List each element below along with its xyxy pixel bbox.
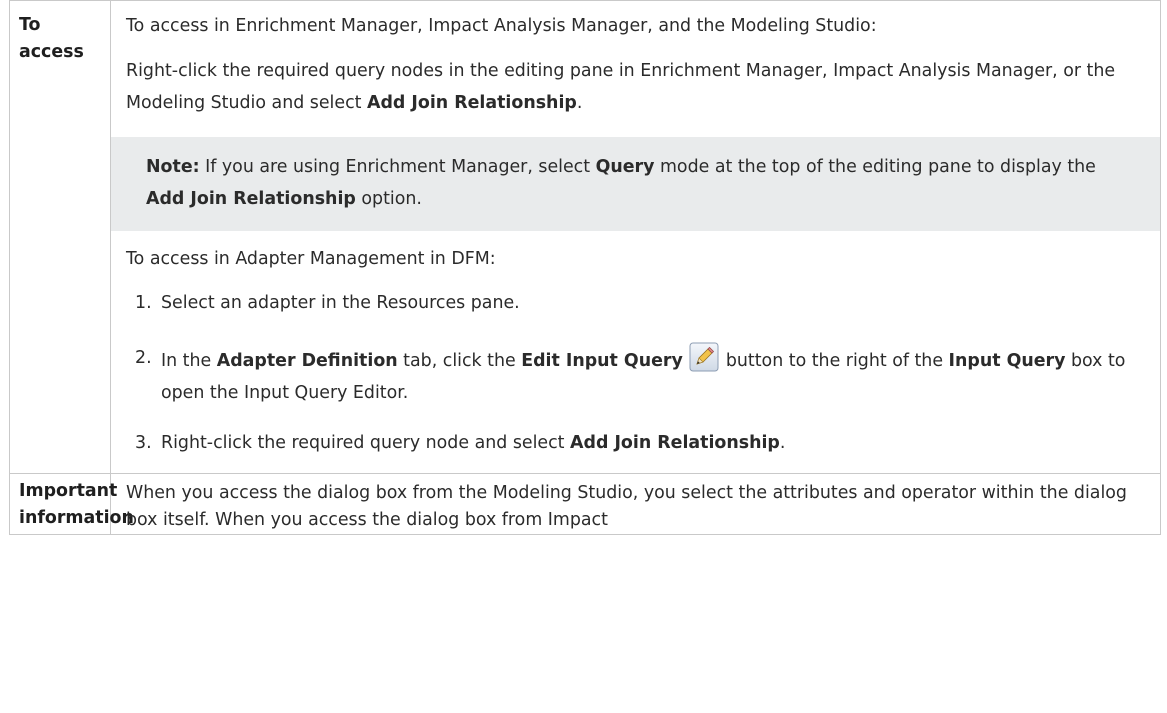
row-important-info: Important information When you access th… bbox=[9, 473, 1161, 535]
list-item: 3. Right-click the required query node a… bbox=[126, 427, 1150, 459]
row-to-access: To access To access in Enrichment Manage… bbox=[9, 0, 1161, 474]
menu-option-add-join: Add Join Relationship bbox=[367, 93, 577, 113]
info-table: To access To access in Enrichment Manage… bbox=[9, 0, 1161, 535]
row-label: Important information bbox=[9, 473, 134, 535]
note-box: Note: If you are using Enrichment Manage… bbox=[111, 137, 1160, 231]
steps-list: 1. Select an adapter in the Resources pa… bbox=[126, 287, 1150, 459]
step-text: In the Adapter Definition tab, click the… bbox=[161, 342, 1150, 409]
note-label: Note: bbox=[146, 157, 200, 177]
list-item: 2. In the Adapter Definition tab, click … bbox=[126, 342, 1150, 409]
step-text: Select an adapter in the Resources pane. bbox=[161, 293, 520, 313]
row-label: To access bbox=[9, 0, 111, 474]
step-text: Right-click the required query node and … bbox=[161, 433, 786, 453]
rightclick-instruction: Right-click the required query nodes in … bbox=[126, 61, 1116, 113]
step-number: 2. bbox=[135, 348, 152, 368]
step-number: 1. bbox=[135, 293, 152, 313]
important-info-text: When you access the dialog box from the … bbox=[126, 483, 1127, 530]
intro-text: To access in Enrichment Manager, Impact … bbox=[126, 16, 877, 36]
label-to-access: To access bbox=[19, 15, 84, 62]
row-content: When you access the dialog box from the … bbox=[110, 473, 1161, 535]
step-number: 3. bbox=[135, 433, 152, 453]
adapter-intro: To access in Adapter Management in DFM: bbox=[126, 249, 496, 269]
list-item: 1. Select an adapter in the Resources pa… bbox=[126, 287, 1150, 319]
query-mode-term: Query bbox=[595, 157, 655, 177]
row-content: To access in Enrichment Manager, Impact … bbox=[110, 0, 1161, 474]
label-important: Important bbox=[19, 481, 118, 501]
pencil-edit-icon bbox=[689, 342, 719, 372]
add-join-option-term: Add Join Relationship bbox=[146, 189, 356, 209]
label-information: information bbox=[19, 508, 134, 528]
